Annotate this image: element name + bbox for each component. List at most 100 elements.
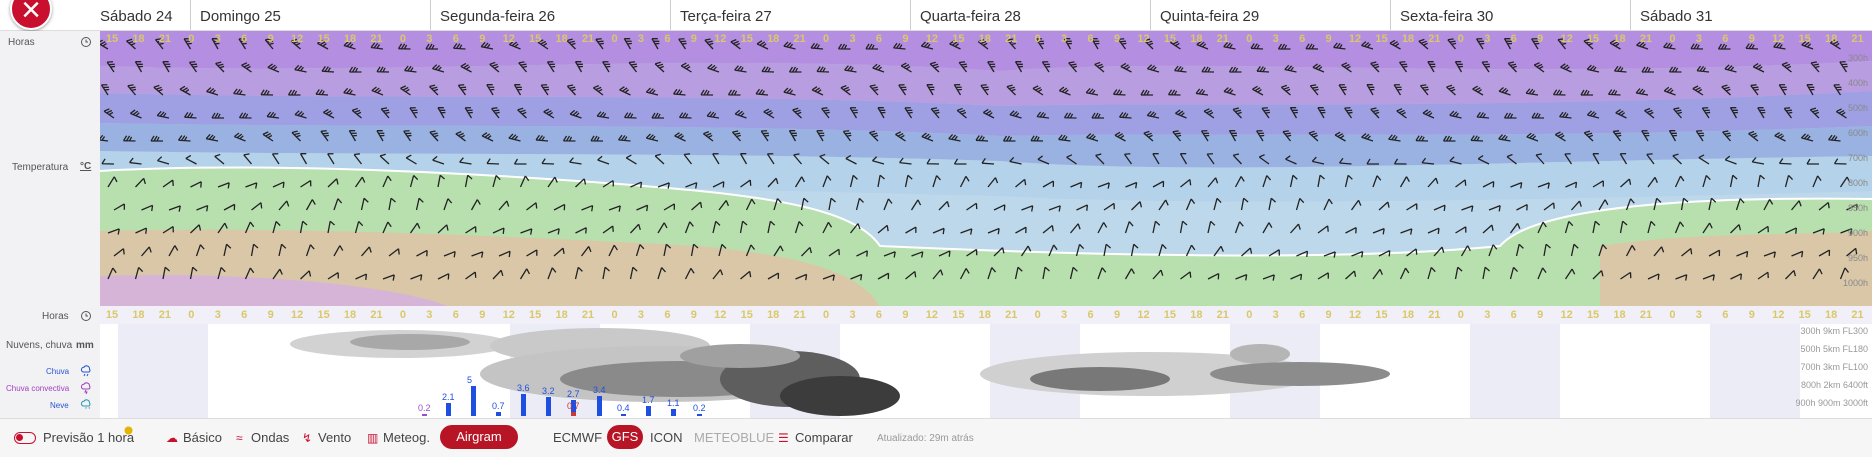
hour-tick: 18 xyxy=(1401,33,1415,45)
hour-tick: 21 xyxy=(1216,33,1229,45)
basic-button[interactable]: Básico xyxy=(183,430,222,445)
airgram-label: Airgram xyxy=(456,429,502,444)
day-divider xyxy=(430,0,431,30)
hour-tick: 18 xyxy=(1824,33,1838,45)
pressure-level-label: 400h xyxy=(1847,78,1868,88)
hour-tick: 3 xyxy=(637,309,645,321)
cloud-precip-chart[interactable]: 300h 9km FL300 500h 5km FL180 700h 3km FL1… xyxy=(100,324,1872,418)
hour-tick: 0 xyxy=(1457,33,1464,45)
hour-tick: 18 xyxy=(1613,33,1626,45)
precip-bar xyxy=(446,403,451,416)
day-label[interactable]: Sexta-feira 30 xyxy=(1400,8,1493,25)
hour-tick: 18 xyxy=(343,309,357,321)
hour-tick: 21 xyxy=(793,309,806,321)
hour-tick: 0 xyxy=(1246,33,1253,45)
hour-tick: 12 xyxy=(1560,309,1573,321)
hour-tick: 3 xyxy=(214,33,221,45)
waves-button[interactable]: Ondas xyxy=(251,430,289,445)
hour-tick: 9 xyxy=(1325,309,1332,321)
hour-tick: 3 xyxy=(1272,309,1279,321)
hour-tick: 3 xyxy=(1484,33,1491,45)
hour-tick: 21 xyxy=(370,33,383,45)
hour-tick: 12 xyxy=(1772,33,1785,45)
clouds-rain-label: Nuvens, chuva xyxy=(6,340,73,351)
hour-tick: 18 xyxy=(1824,309,1838,321)
day-label[interactable]: Quinta-feira 29 xyxy=(1160,8,1259,25)
hour-tick: 15 xyxy=(740,309,753,321)
hour-tick: 3 xyxy=(849,309,856,321)
hour-tick: 6 xyxy=(875,33,883,45)
rain-legend-label: Chuva xyxy=(46,367,70,376)
pressure-level-label: 500h xyxy=(1847,103,1868,113)
precip-value-label: 0.2 xyxy=(418,403,431,413)
hour-tick: 0 xyxy=(1246,309,1253,321)
model-icon[interactable]: ICON xyxy=(650,430,683,445)
rain-unit-toggle[interactable]: mm xyxy=(76,340,94,351)
forecast-1h-button[interactable]: Previsão 1 hora xyxy=(43,430,134,445)
pressure-level-label: 300h xyxy=(1847,53,1868,63)
temperature-unit-toggle[interactable]: °C xyxy=(80,161,91,172)
compare-button[interactable]: Comparar xyxy=(795,430,853,445)
pressure-level-label: 600h xyxy=(1847,128,1868,138)
hours-label: Horas xyxy=(8,37,35,48)
precip-bar xyxy=(597,395,602,416)
day-label[interactable]: Quarta-feira 28 xyxy=(920,8,1021,25)
temperature-airgram[interactable]: 300h 400h 500h 600h 700h 800h 850h 900h 950h 1000… xyxy=(100,31,1872,307)
updated-status: Atualizado: 29m atrás xyxy=(877,433,974,444)
hour-tick: 15 xyxy=(317,309,330,321)
hour-tick: 9 xyxy=(1537,309,1544,321)
model-gfs[interactable]: GFS xyxy=(607,425,643,449)
waves-icon: ≈ xyxy=(236,431,243,445)
precip-value-label: 3.4 xyxy=(593,384,606,395)
precip-bar xyxy=(697,414,702,416)
precip-bar xyxy=(471,386,476,416)
precip-value-label: 0.2 xyxy=(693,403,706,413)
hour-tick: 15 xyxy=(1375,309,1388,321)
hour-tick: 9 xyxy=(902,33,909,45)
wind-button[interactable]: Vento xyxy=(318,430,351,445)
hour-tick: 12 xyxy=(1348,309,1362,321)
meteogram-button[interactable]: Meteog. xyxy=(383,430,430,445)
hour-tick: 18 xyxy=(767,33,780,45)
compare-icon: ☰ xyxy=(778,431,789,445)
hour-tick: 21 xyxy=(793,33,806,45)
hour-tick: 15 xyxy=(1586,309,1600,321)
hour-tick: 15 xyxy=(529,309,542,321)
clock-icon xyxy=(81,37,91,47)
hour-tick: 6 xyxy=(452,33,459,45)
hour-tick: 12 xyxy=(1772,309,1785,321)
hour-tick: 21 xyxy=(1639,33,1653,45)
hour-tick: 0 xyxy=(1034,33,1041,45)
hour-tick: 18 xyxy=(555,309,568,321)
hour-tick: 6 xyxy=(1722,309,1729,321)
hour-tick: 21 xyxy=(1851,309,1864,321)
day-label[interactable]: Sábado 31 xyxy=(1640,8,1713,25)
hour-tick: 6 xyxy=(664,33,671,45)
precip-value-label: 5 xyxy=(467,375,473,385)
hour-tick: 0 xyxy=(611,33,618,45)
hour-tick: 21 xyxy=(158,33,172,45)
day-label[interactable]: Sábado 24 xyxy=(100,8,173,25)
hour-tick: 6 xyxy=(1087,33,1094,45)
model-meteoblue[interactable]: METEOBLUE xyxy=(694,430,774,445)
hour-tick: 3 xyxy=(1695,33,1702,45)
hour-tick: 12 xyxy=(1348,33,1362,45)
hour-tick: 0 xyxy=(1669,309,1676,321)
hour-tick: 15 xyxy=(1798,33,1811,45)
hour-tick: 12 xyxy=(925,33,938,45)
hour-tick: 6 xyxy=(1087,309,1094,321)
hour-tick: 9 xyxy=(690,33,697,45)
hour-tick: 21 xyxy=(1851,33,1864,45)
day-label[interactable]: Terça-feira 27 xyxy=(680,8,772,25)
close-button[interactable]: × xyxy=(10,0,52,30)
model-ecmwf[interactable]: ECMWF xyxy=(553,430,602,445)
precip-bar xyxy=(521,394,526,416)
precip-bar xyxy=(571,411,576,416)
hour-tick: 6 xyxy=(875,309,883,321)
day-label[interactable]: Domingo 25 xyxy=(200,8,281,25)
forecast-toggle[interactable] xyxy=(14,432,36,444)
day-label[interactable]: Segunda-feira 26 xyxy=(440,8,555,25)
hour-tick: 18 xyxy=(978,309,991,321)
snow-cloud-icon: * * xyxy=(81,399,91,411)
airgram-button[interactable]: Airgram xyxy=(440,425,518,449)
